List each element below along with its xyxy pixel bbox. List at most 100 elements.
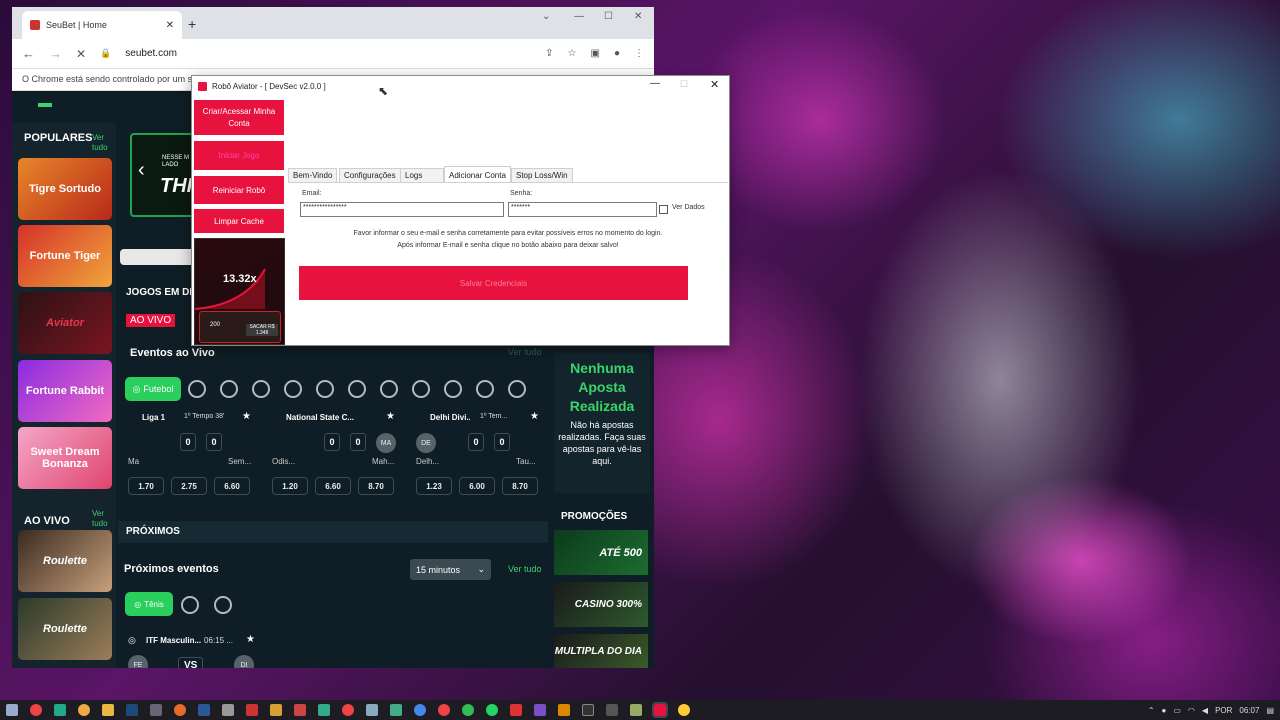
chrome-icon[interactable] [678, 704, 690, 716]
promo-banner[interactable]: CASINO 300% [554, 582, 648, 627]
chrome-icon[interactable] [78, 704, 90, 716]
language-indicator[interactable]: POR [1215, 706, 1232, 715]
maximize-icon[interactable]: ☐ [604, 11, 613, 22]
vpn-icon[interactable] [510, 704, 522, 716]
game-thumb[interactable]: Sweet Dream Bonanza [18, 427, 112, 489]
time-filter-select[interactable]: 15 minutos ⌄ [410, 559, 491, 580]
stop-loading-icon[interactable]: ✕ [76, 47, 86, 61]
create-account-button[interactable]: Criar/Acessar Minha Conta [194, 100, 284, 135]
email-field[interactable]: **************** [300, 202, 504, 217]
eventos-link[interactable]: Ver tudo [508, 347, 542, 357]
volume-icon[interactable]: ◀ [1202, 706, 1208, 715]
odd-button[interactable]: 8.70 [358, 477, 394, 495]
bookmark-star-icon[interactable]: ☆ [568, 48, 577, 59]
minimize-icon[interactable]: — [574, 11, 584, 22]
basketball-icon[interactable] [188, 380, 206, 398]
robot-app-icon[interactable] [652, 702, 668, 718]
table-tennis-icon[interactable] [214, 596, 232, 614]
game-thumb[interactable]: Aviator [18, 292, 112, 354]
gmail-icon[interactable] [294, 704, 306, 716]
next-match-card[interactable]: ◎ ITF Masculin... 06:15 ... ★ FE VS DI [124, 633, 264, 668]
back-icon[interactable]: ← [22, 46, 35, 61]
odd-button[interactable]: 1.23 [416, 477, 452, 495]
esports-icon[interactable] [444, 380, 462, 398]
cricket-icon[interactable] [412, 380, 430, 398]
tab-configuracoes[interactable]: Configurações [339, 168, 401, 182]
chrome-icon[interactable] [414, 704, 426, 716]
chrome-icon[interactable] [462, 704, 474, 716]
banner-prev-icon[interactable]: ‹ [138, 159, 145, 182]
game-thumb[interactable]: Tigre Sortudo [18, 158, 112, 220]
favorite-star-icon[interactable]: ★ [242, 411, 251, 422]
tab-logs[interactable]: Logs [400, 168, 444, 182]
favorite-star-icon[interactable]: ★ [386, 411, 395, 422]
tray-arrow-icon[interactable]: ⌃ [1148, 706, 1155, 715]
profile-icon[interactable]: ● [614, 48, 620, 59]
photoshop-icon[interactable] [126, 704, 138, 716]
clock[interactable]: 06:07 [1239, 706, 1259, 715]
ao-vivo-link[interactable]: Ver tudo [92, 509, 112, 529]
tennis-icon[interactable] [220, 380, 238, 398]
hero-banner[interactable]: ‹ NESSE M LADO THR [130, 133, 200, 217]
app-icon[interactable] [630, 704, 642, 716]
edge-icon[interactable] [54, 704, 66, 716]
table-tennis-icon[interactable] [316, 380, 334, 398]
browser-tab[interactable]: SeuBet | Home ✕ [22, 11, 182, 39]
vs-icon[interactable] [534, 704, 546, 716]
game-thumb[interactable]: Fortune Tiger [18, 225, 112, 287]
tab-search-icon[interactable]: ⌄ [542, 11, 550, 22]
url-field[interactable]: seubet.com [125, 48, 531, 59]
odd-button[interactable]: 2.75 [171, 477, 207, 495]
futsal-icon[interactable] [348, 380, 366, 398]
match-card[interactable]: Liga 1 1º Tempo 38' ★ 0 0 Ma Sem... 1.70… [124, 411, 260, 497]
close-icon[interactable]: ✕ [710, 78, 719, 91]
app-icon[interactable] [222, 704, 234, 716]
folder-icon[interactable] [102, 704, 114, 716]
match-card[interactable]: Delhi Divi... 1º Tem... ★ DE 0 0 Delh...… [412, 411, 548, 497]
live-game-thumb[interactable]: Roulette [18, 530, 112, 592]
handball-icon[interactable] [476, 380, 494, 398]
game-thumb[interactable]: Fortune Rabbit [18, 360, 112, 422]
app-icon[interactable] [318, 704, 330, 716]
wifi-icon[interactable]: ◠ [1188, 706, 1195, 715]
populares-link[interactable]: Ver tudo [92, 133, 112, 153]
tab-stop-loss[interactable]: Stop Loss/Win [511, 168, 573, 182]
sport-chip-tenis[interactable]: ◎ Tênis [125, 592, 173, 616]
search-bar[interactable] [120, 249, 196, 265]
odd-button[interactable]: 8.70 [502, 477, 538, 495]
sport-chip-futebol[interactable]: ◎ Futebol [125, 377, 181, 401]
close-tab-icon[interactable]: ✕ [166, 20, 174, 31]
password-field[interactable]: ******* [508, 202, 657, 217]
promo-banner[interactable]: ATÉ 500 [554, 530, 648, 575]
basketball-icon[interactable] [181, 596, 199, 614]
site-logo[interactable] [38, 103, 52, 107]
network-icon[interactable]: ▭ [1173, 706, 1181, 715]
badminton-icon[interactable] [380, 380, 398, 398]
word-icon[interactable] [198, 704, 210, 716]
share-icon[interactable]: ⇪ [545, 48, 553, 59]
terminal-icon[interactable] [582, 704, 594, 716]
app-icon[interactable] [558, 704, 570, 716]
close-window-icon[interactable]: ✕ [634, 11, 642, 22]
sidepanel-icon[interactable]: ▣ [591, 48, 600, 59]
chrome-icon[interactable] [342, 704, 354, 716]
app-icon[interactable] [246, 704, 258, 716]
odd-button[interactable]: 6.60 [214, 477, 250, 495]
start-icon[interactable] [6, 704, 18, 716]
volleyball-icon[interactable] [252, 380, 270, 398]
maximize-icon[interactable]: ☐ [680, 79, 688, 90]
new-tab-icon[interactable]: + [188, 16, 196, 32]
whatsapp-icon[interactable] [486, 704, 498, 716]
chrome-icon[interactable] [30, 704, 42, 716]
ver-dados-checkbox[interactable] [659, 205, 668, 214]
live-game-thumb[interactable]: Roulette [18, 598, 112, 660]
odd-button[interactable]: 1.20 [272, 477, 308, 495]
minimize-icon[interactable]: — [650, 78, 660, 89]
more-sports-icon[interactable] [508, 380, 526, 398]
app-icon[interactable] [390, 704, 402, 716]
match-card[interactable]: National State C... ★ 0 0 MA Odis... Mah… [268, 411, 404, 497]
firefox-icon[interactable] [174, 704, 186, 716]
proximos-link[interactable]: Ver tudo [508, 564, 542, 574]
chrome-icon[interactable] [438, 704, 450, 716]
folder-icon[interactable] [270, 704, 282, 716]
